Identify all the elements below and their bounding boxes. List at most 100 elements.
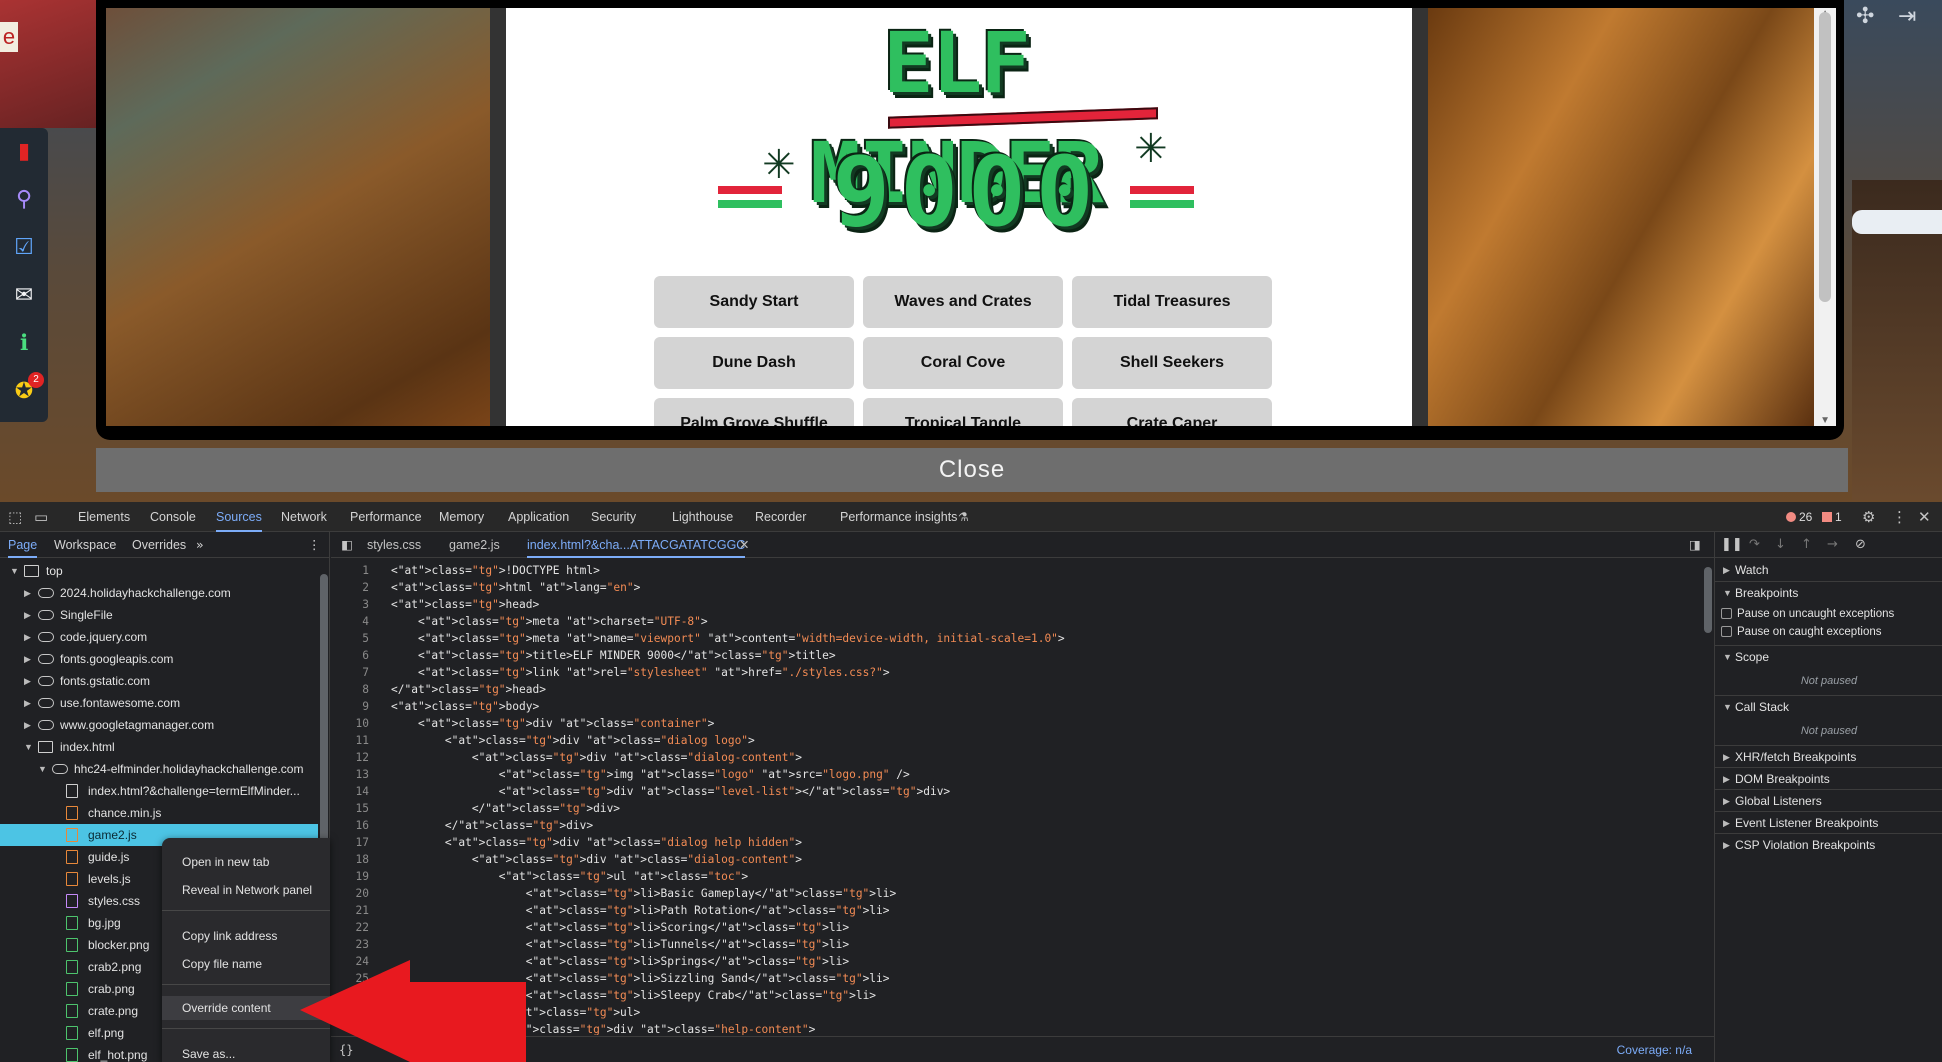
level-button[interactable]: Sandy Start bbox=[654, 276, 854, 328]
toggle-debugger-icon[interactable]: ◨ bbox=[1689, 532, 1701, 558]
pause-icon[interactable]: ❚❚ bbox=[1721, 532, 1743, 558]
code-scroll-thumb[interactable] bbox=[1704, 567, 1712, 633]
tab-sources[interactable]: Sources bbox=[216, 502, 262, 532]
tree-item[interactable]: index.html?&challenge=termElfMinder... bbox=[0, 780, 318, 802]
code-line[interactable]: 12 <"at">class="tg">div "at">class="dial… bbox=[331, 749, 1701, 766]
tab-performance-insights[interactable]: Performance insights bbox=[840, 502, 957, 532]
line-number[interactable]: 21 bbox=[331, 902, 369, 919]
line-number[interactable]: 15 bbox=[331, 800, 369, 817]
collapsed-arrow-icon[interactable]: ▶ bbox=[24, 714, 31, 736]
line-number[interactable]: 19 bbox=[331, 868, 369, 885]
code-line[interactable]: 9 <"at">class="tg">body> bbox=[331, 698, 1701, 715]
section-breakpoints[interactable]: ▼ Breakpoints bbox=[1715, 581, 1942, 603]
tab-workspace[interactable]: Workspace bbox=[54, 532, 116, 558]
collapsed-arrow-icon[interactable]: ▶ bbox=[24, 604, 31, 626]
code-line[interactable]: 16 </"at">class="tg">div> bbox=[331, 817, 1701, 834]
editor-tab-game2[interactable]: game2.js bbox=[449, 532, 500, 558]
code-line[interactable]: 7 <"at">class="tg">link "at">rel="styles… bbox=[331, 664, 1701, 681]
line-number[interactable]: 14 bbox=[331, 783, 369, 800]
code-line[interactable]: 21 <"at">class="tg">li>Path Rotation</"a… bbox=[331, 902, 1701, 919]
line-number[interactable]: 17 bbox=[331, 834, 369, 851]
more-tabs-chevron-icon[interactable]: » bbox=[196, 532, 204, 558]
level-button[interactable]: Coral Cove bbox=[863, 337, 1063, 389]
iframe-scrollbar[interactable]: ▲ ▼ bbox=[1814, 8, 1836, 426]
expanded-arrow-icon[interactable]: ▼ bbox=[38, 758, 47, 780]
tab-lighthouse[interactable]: Lighthouse bbox=[672, 502, 733, 532]
expanded-arrow-icon[interactable]: ▼ bbox=[24, 736, 33, 758]
line-number[interactable]: 6 bbox=[331, 647, 369, 664]
close-button[interactable]: Close bbox=[96, 448, 1848, 492]
tree-item[interactable]: ▼ top bbox=[0, 560, 318, 582]
info-icon[interactable]: ℹ bbox=[8, 328, 40, 360]
line-number[interactable]: 11 bbox=[331, 732, 369, 749]
pause-uncaught-checkbox[interactable] bbox=[1721, 608, 1732, 619]
collapsed-arrow-icon[interactable]: ▶ bbox=[24, 648, 31, 670]
menu-item-reveal-network[interactable]: Reveal in Network panel bbox=[162, 878, 330, 902]
section-event-listener-breakpoints[interactable]: ▶ Event Listener Breakpoints bbox=[1715, 811, 1942, 833]
scroll-down-arrow-icon[interactable]: ▼ bbox=[1820, 415, 1830, 426]
code-line[interactable]: 19 <"at">class="tg">ul "at">class="toc"> bbox=[331, 868, 1701, 885]
code-line[interactable]: </"at">class="tg">ul> bbox=[331, 1004, 1701, 1021]
code-line[interactable]: 8 </"at">class="tg">head> bbox=[331, 681, 1701, 698]
code-line[interactable]: 13 <"at">class="tg">img "at">class="logo… bbox=[331, 766, 1701, 783]
tree-item[interactable]: ▶ code.jquery.com bbox=[0, 626, 318, 648]
code-line[interactable]: 25 <"at">class="tg">li>Sizzling Sand</"a… bbox=[331, 970, 1701, 987]
tab-memory[interactable]: Memory bbox=[439, 502, 484, 532]
line-number[interactable]: 16 bbox=[331, 817, 369, 834]
line-number[interactable]: 1 bbox=[331, 562, 369, 579]
tree-item[interactable]: ▶ 2024.holidayhackchallenge.com bbox=[0, 582, 318, 604]
tab-overrides[interactable]: Overrides bbox=[132, 532, 186, 558]
line-number[interactable]: 2 bbox=[331, 579, 369, 596]
navigator-scroll-thumb[interactable] bbox=[320, 574, 328, 864]
collapsed-arrow-icon[interactable]: ▶ bbox=[24, 692, 31, 714]
code-line[interactable]: <"at">class="tg">li>Sleepy Crab</"at">cl… bbox=[331, 987, 1701, 1004]
line-number[interactable]: 10 bbox=[331, 715, 369, 732]
code-line[interactable]: 14 <"at">class="tg">div "at">class="leve… bbox=[331, 783, 1701, 800]
exit-icon[interactable]: ⇥ bbox=[1898, 4, 1916, 29]
issues-count[interactable]: 1 bbox=[1822, 502, 1842, 532]
line-number[interactable]: 5 bbox=[331, 630, 369, 647]
code-line[interactable]: 17 <"at">class="tg">div "at">class="dial… bbox=[331, 834, 1701, 851]
code-line[interactable]: 1 <"at">class="tg">!DOCTYPE html> bbox=[331, 562, 1701, 579]
code-line[interactable]: 10 <"at">class="tg">div "at">class="cont… bbox=[331, 715, 1701, 732]
error-count[interactable]: 26 bbox=[1786, 502, 1812, 532]
code-line[interactable]: <"at">class="tg">div "at">class="help-co… bbox=[331, 1021, 1701, 1035]
tree-item[interactable]: ▶ fonts.gstatic.com bbox=[0, 670, 318, 692]
section-csp-breakpoints[interactable]: ▶ CSP Violation Breakpoints bbox=[1715, 833, 1942, 855]
section-global-listeners[interactable]: ▶ Global Listeners bbox=[1715, 789, 1942, 811]
tree-item[interactable]: ▶ www.googletagmanager.com bbox=[0, 714, 318, 736]
deactivate-breakpoints-icon[interactable]: ⊘ bbox=[1855, 532, 1866, 558]
code-line[interactable]: 11 <"at">class="tg">div "at">class="dial… bbox=[331, 732, 1701, 749]
pause-caught-checkbox[interactable] bbox=[1721, 626, 1732, 637]
editor-tab-index[interactable]: index.html?&cha...ATTACGATATCGGC bbox=[527, 532, 746, 558]
code-line[interactable]: 6 <"at">class="tg">title>ELF MINDER 9000… bbox=[331, 647, 1701, 664]
collapsed-arrow-icon[interactable]: ▶ bbox=[24, 670, 31, 692]
tree-item[interactable]: ▶ SingleFile bbox=[0, 604, 318, 626]
code-line[interactable]: 5 <"at">class="tg">meta "at">name="viewp… bbox=[331, 630, 1701, 647]
puzzle-icon[interactable]: ✣ bbox=[1856, 4, 1874, 29]
level-button[interactable]: Crate Caper bbox=[1072, 398, 1272, 426]
menu-item-copy-link[interactable]: Copy link address bbox=[162, 924, 330, 948]
device-toolbar-icon[interactable]: ▭ bbox=[34, 502, 48, 532]
editor-tab-styles[interactable]: styles.css bbox=[367, 532, 421, 558]
level-button[interactable]: Dune Dash bbox=[654, 337, 854, 389]
line-number[interactable]: 7 bbox=[331, 664, 369, 681]
code-line[interactable]: 18 <"at">class="tg">div "at">class="dial… bbox=[331, 851, 1701, 868]
line-number[interactable]: 18 bbox=[331, 851, 369, 868]
settings-gear-icon[interactable]: ⚙ bbox=[1862, 502, 1875, 532]
step-out-icon[interactable]: ↑ bbox=[1801, 532, 1812, 558]
navigator-menu-icon[interactable]: ⋮ bbox=[308, 532, 321, 558]
section-watch[interactable]: ▶ Watch bbox=[1715, 559, 1942, 581]
tree-item[interactable]: ▼ index.html bbox=[0, 736, 318, 758]
tab-performance[interactable]: Performance bbox=[350, 502, 422, 532]
map-pin-icon[interactable]: ⚲ bbox=[8, 184, 40, 216]
step-into-icon[interactable]: ↓ bbox=[1775, 532, 1786, 558]
tab-security[interactable]: Security bbox=[591, 502, 636, 532]
level-button[interactable]: Palm Grove Shuffle bbox=[654, 398, 854, 426]
line-number[interactable]: 23 bbox=[331, 936, 369, 953]
tab-recorder[interactable]: Recorder bbox=[755, 502, 806, 532]
book-icon[interactable]: ▮ bbox=[8, 136, 40, 168]
tab-application[interactable]: Application bbox=[508, 502, 569, 532]
tab-page[interactable]: Page bbox=[8, 532, 38, 558]
toggle-navigator-icon[interactable]: ◧ bbox=[341, 532, 353, 558]
